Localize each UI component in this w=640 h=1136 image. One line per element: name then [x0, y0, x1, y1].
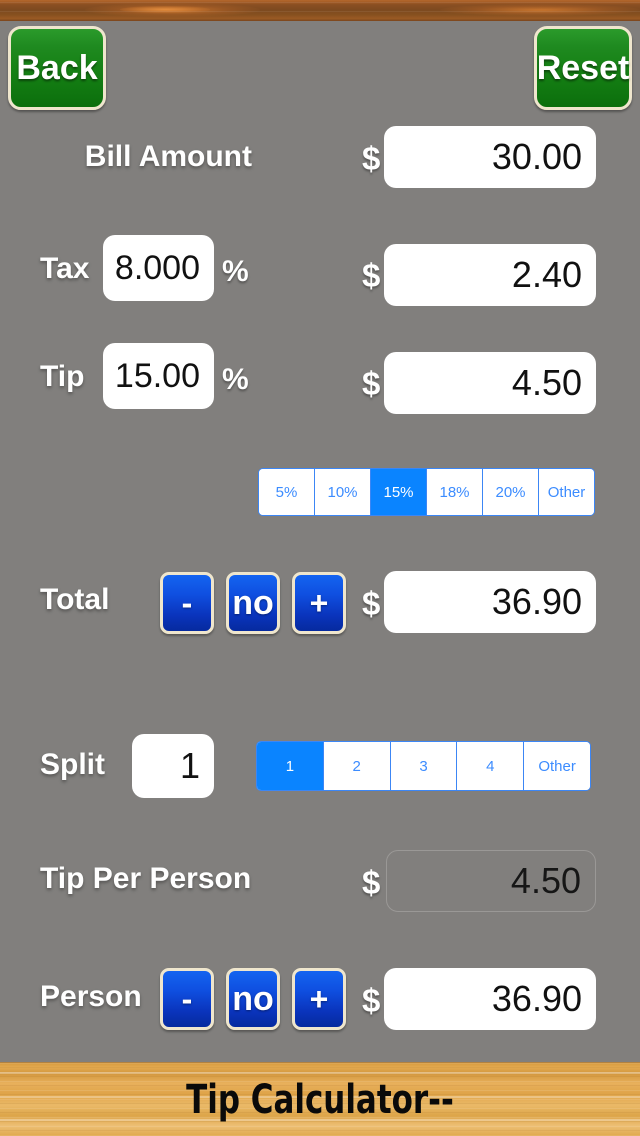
person-increment-button[interactable]: +	[292, 968, 346, 1030]
tip-per-person-currency-symbol: $	[362, 864, 381, 901]
tip-percent-symbol: %	[222, 363, 249, 396]
tip-per-person-value: 4.50	[386, 850, 596, 912]
wood-top-bar	[0, 0, 640, 21]
split-segment-2[interactable]: 2	[323, 742, 391, 790]
tax-percent-input[interactable]: 8.000	[103, 235, 214, 301]
tip-segment-5pct[interactable]: 5%	[259, 469, 315, 515]
wood-grain-streak	[0, 11, 640, 12]
back-button-label: Back	[16, 48, 98, 87]
reset-button[interactable]: Reset	[534, 26, 632, 110]
tip-amount-input[interactable]: 4.50	[384, 352, 596, 414]
split-count-input[interactable]: 1	[132, 734, 214, 798]
total-rounding-toggle-button[interactable]: no	[226, 572, 280, 634]
tax-percent-symbol: %	[222, 255, 249, 288]
tax-label: Tax	[40, 252, 90, 285]
person-decrement-button[interactable]: -	[160, 968, 214, 1030]
person-rounding-toggle-button[interactable]: no	[226, 968, 280, 1030]
split-segment-4[interactable]: 4	[457, 742, 525, 790]
total-increment-button[interactable]: +	[292, 572, 346, 634]
tip-per-person-label: Tip Per Person	[40, 862, 252, 895]
person-label: Person	[40, 980, 142, 1013]
wood-footer-banner: Tip Calculator--	[0, 1062, 640, 1136]
total-label: Total	[40, 583, 110, 616]
bill-amount-currency-symbol: $	[362, 140, 381, 177]
wood-grain-knot	[440, 4, 640, 16]
tip-percent-segmented-control[interactable]: 5% 10% 15% 18% 20% Other	[258, 468, 595, 516]
tip-calculator-screen: Back Reset Bill Amount $ 30.00 Tax 8.000…	[0, 0, 640, 1136]
tip-percent-input[interactable]: 15.00	[103, 343, 214, 409]
total-amount-input[interactable]: 36.90	[384, 571, 596, 633]
total-decrement-button[interactable]: -	[160, 572, 214, 634]
app-title: Tip Calculator--	[186, 1076, 454, 1123]
person-amount-input[interactable]: 36.90	[384, 968, 596, 1030]
bill-amount-input[interactable]: 30.00	[384, 126, 596, 188]
split-segment-3[interactable]: 3	[390, 742, 458, 790]
tax-amount-input[interactable]: 2.40	[384, 244, 596, 306]
back-button[interactable]: Back	[8, 26, 106, 110]
split-segment-other[interactable]: Other	[524, 742, 590, 790]
split-label: Split	[40, 748, 105, 781]
tip-segment-18pct[interactable]: 18%	[427, 469, 483, 515]
split-segment-1[interactable]: 1	[257, 742, 324, 790]
person-currency-symbol: $	[362, 982, 381, 1019]
tip-segment-10pct[interactable]: 10%	[315, 469, 371, 515]
total-currency-symbol: $	[362, 585, 381, 622]
tip-segment-other[interactable]: Other	[539, 469, 594, 515]
tip-segment-15pct[interactable]: 15%	[371, 469, 427, 515]
bill-amount-label: Bill Amount	[84, 140, 252, 173]
split-count-segmented-control[interactable]: 1 2 3 4 Other	[256, 741, 591, 791]
tip-segment-20pct[interactable]: 20%	[483, 469, 539, 515]
reset-button-label: Reset	[536, 48, 630, 87]
wood-grain-streak	[0, 2, 640, 3]
tip-currency-symbol: $	[362, 365, 381, 402]
tax-currency-symbol: $	[362, 257, 381, 294]
tip-label: Tip	[40, 360, 85, 393]
